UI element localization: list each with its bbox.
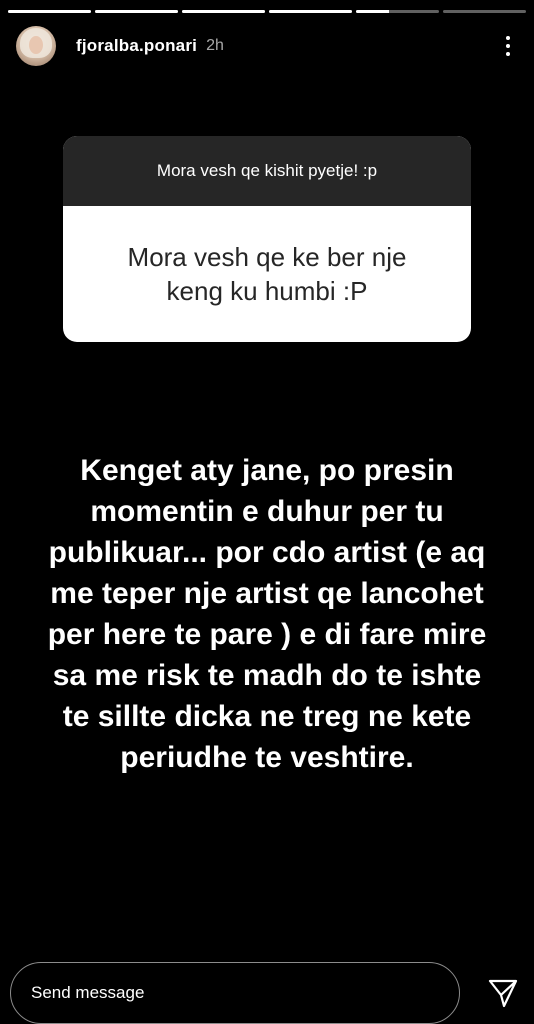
more-dot [506,44,510,48]
progress-segment-4 [269,10,352,13]
more-dot [506,52,510,56]
question-sticker: Mora vesh qe kishit pyetje! :p Mora vesh… [63,136,471,342]
answer-text: Kenget aty jane, po presin momentin e du… [47,454,487,774]
question-prompt: Mora vesh qe kishit pyetje! :p [63,136,471,206]
username[interactable]: fjoralba.ponari [76,36,197,56]
more-dot [506,36,510,40]
progress-segment-3 [182,10,265,13]
progress-segment-5 [356,10,439,13]
question-text: Mora vesh qe ke ber nje keng ku humbi :P [127,242,407,306]
avatar-face [29,36,43,54]
send-paper-plane-icon[interactable] [486,976,520,1010]
post-time: 2h [206,37,224,54]
progress-segment-2 [95,10,178,13]
avatar[interactable] [16,26,56,66]
more-vertical-icon[interactable] [496,26,520,66]
story-progress-bar [8,10,526,13]
send-message-placeholder: Send message [31,983,145,1002]
story-header: fjoralba.ponari 2h [16,26,522,66]
progress-segment-6 [443,10,526,13]
progress-segment-1 [8,10,91,13]
send-message-input[interactable]: Send message [10,962,460,1024]
story-footer: Send message [10,962,524,1024]
